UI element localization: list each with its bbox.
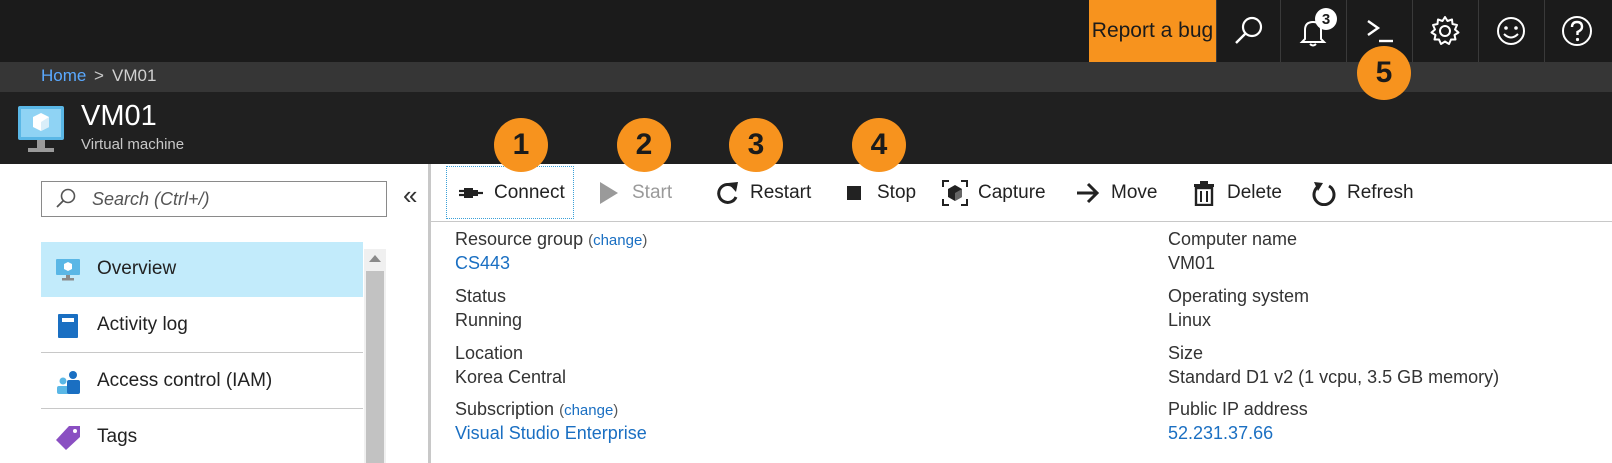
- restart-icon: [717, 181, 738, 204]
- connect-label: Connect: [494, 181, 565, 203]
- breadcrumb-separator: >: [94, 66, 104, 85]
- callout-1: 1: [494, 118, 548, 172]
- notifications-button[interactable]: 3: [1280, 0, 1344, 62]
- menu-item-access-control[interactable]: Access control (IAM): [41, 354, 363, 409]
- change-subscription: (change): [559, 402, 619, 419]
- menu-item-label: Activity log: [97, 314, 188, 335]
- trash-icon: [1194, 180, 1214, 206]
- public-ip-label: Public IP address: [1168, 399, 1308, 419]
- menu-item-activity-log[interactable]: Activity log: [41, 298, 363, 353]
- callout-3: 3: [729, 118, 783, 172]
- connect-button[interactable]: Connect: [444, 164, 576, 221]
- tag-icon: [56, 426, 80, 450]
- subscription-label-text: Subscription: [455, 399, 555, 419]
- status-label: Status: [455, 286, 507, 306]
- collapse-menu-button[interactable]: «: [403, 180, 417, 211]
- virtual-machine-icon: [18, 106, 64, 152]
- help-icon: [1561, 16, 1592, 46]
- plug-icon: [459, 187, 483, 198]
- people-icon: [57, 371, 80, 394]
- change-resource-group: (change): [588, 232, 648, 249]
- menu-scrollbar[interactable]: [364, 249, 386, 463]
- size-value: Standard D1 v2 (1 vcpu, 3.5 GB memory): [1168, 367, 1500, 387]
- restart-label: Restart: [750, 181, 812, 203]
- delete-label: Delete: [1227, 181, 1282, 203]
- notification-badge: 3: [1315, 8, 1337, 30]
- scroll-up-arrow-icon[interactable]: [369, 255, 381, 262]
- scrollbar-thumb[interactable]: [366, 271, 384, 463]
- status-value: Running: [455, 310, 523, 330]
- os-value: Linux: [1168, 310, 1212, 330]
- change-link[interactable]: change: [564, 402, 613, 419]
- book-icon: [58, 314, 78, 338]
- smiley-icon: [1496, 17, 1525, 45]
- public-ip-value[interactable]: 52.231.37.66: [1168, 423, 1273, 444]
- refresh-button[interactable]: Refresh: [1311, 164, 1414, 221]
- menu-search-input[interactable]: [92, 186, 372, 212]
- menu-search-box[interactable]: [41, 181, 387, 217]
- move-label: Move: [1111, 181, 1158, 203]
- os-label: Operating system: [1168, 286, 1310, 306]
- resource-header: VM01 Virtual machine: [0, 92, 1612, 164]
- gear-icon: [1430, 16, 1459, 45]
- page-subtitle: Virtual machine: [81, 136, 185, 153]
- feedback-button[interactable]: [1478, 0, 1542, 62]
- menu-item-tags[interactable]: Tags: [41, 410, 363, 463]
- arrow-right-icon: [1077, 182, 1100, 203]
- subscription-label: Subscription (change): [455, 399, 618, 420]
- start-button[interactable]: Start: [596, 164, 672, 221]
- resource-group-label: Resource group (change): [455, 229, 647, 250]
- breadcrumb-current: VM01: [112, 66, 157, 85]
- callout-4: 4: [852, 118, 906, 172]
- capture-label: Capture: [978, 181, 1046, 203]
- capture-button[interactable]: Capture: [942, 164, 1046, 221]
- refresh-icon: [1312, 181, 1336, 206]
- monitor-icon: [56, 259, 80, 281]
- callout-5: 5: [1357, 46, 1411, 100]
- breadcrumb-home-link[interactable]: Home: [41, 66, 86, 86]
- location-label: Location: [455, 343, 524, 363]
- capture-icon: [942, 179, 968, 206]
- stop-button[interactable]: Stop: [841, 164, 916, 221]
- change-link[interactable]: change: [593, 232, 642, 249]
- resource-menu: « Overview Activity log Access control (…: [0, 164, 428, 463]
- menu-item-label: Overview: [97, 258, 177, 279]
- page-title: VM01: [81, 100, 157, 132]
- computer-name-value: VM01: [1168, 253, 1216, 273]
- settings-button[interactable]: [1412, 0, 1476, 62]
- location-value: Korea Central: [455, 367, 567, 387]
- move-button[interactable]: Move: [1075, 164, 1157, 221]
- resource-group-value[interactable]: CS443: [455, 253, 510, 274]
- size-label: Size: [1168, 343, 1204, 363]
- search-icon: [56, 188, 76, 208]
- terminal-icon: [1366, 20, 1393, 43]
- stop-label: Stop: [877, 181, 917, 203]
- start-label: Start: [632, 181, 673, 203]
- menu-item-label: Tags: [97, 426, 138, 447]
- menu-item-label: Access control (IAM): [97, 370, 273, 391]
- command-toolbar: Connect Start Restart Stop Capture Move …: [431, 164, 1612, 222]
- callout-2: 2: [617, 118, 671, 172]
- subscription-value[interactable]: Visual Studio Enterprise: [455, 423, 647, 444]
- delete-button[interactable]: Delete: [1191, 164, 1282, 221]
- computer-name-label: Computer name: [1168, 229, 1298, 249]
- refresh-label: Refresh: [1347, 181, 1414, 203]
- play-icon: [600, 181, 618, 204]
- stop-icon: [847, 185, 861, 200]
- search-button[interactable]: [1216, 0, 1280, 62]
- resource-group-label-text: Resource group: [455, 229, 584, 249]
- help-button[interactable]: [1544, 0, 1608, 62]
- menu-item-overview[interactable]: Overview: [41, 242, 363, 297]
- restart-button[interactable]: Restart: [714, 164, 811, 221]
- report-bug-button[interactable]: Report a bug: [1089, 0, 1216, 62]
- search-icon: [1234, 16, 1262, 44]
